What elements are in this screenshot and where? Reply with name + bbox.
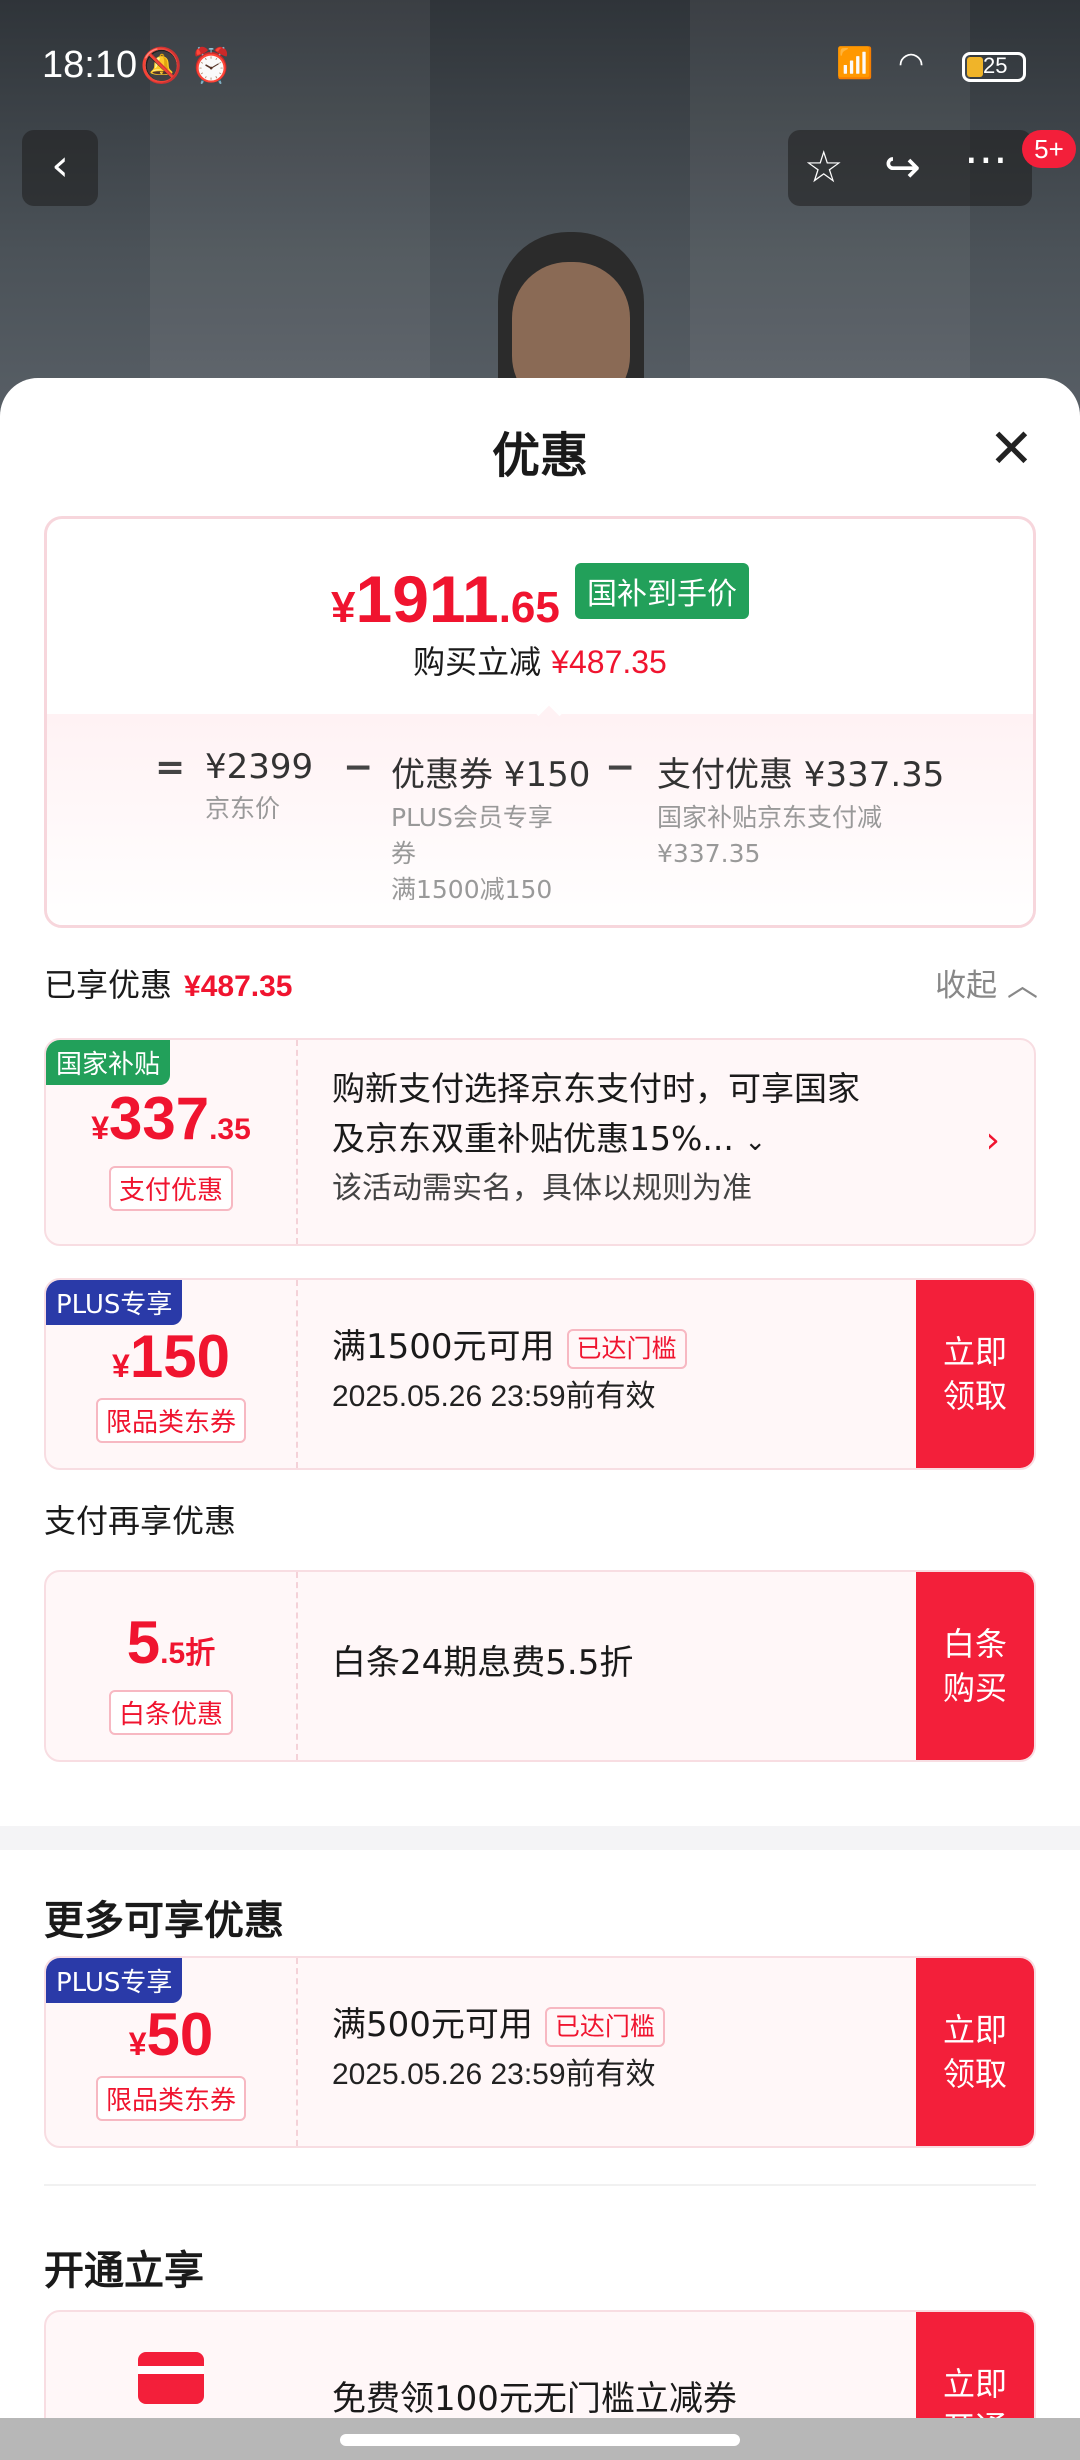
baitiao-pill: 白条优惠 — [108, 1690, 233, 1735]
price-summary: ¥1911.65 国补到手价 购买立减 ¥487.35 = ¥2399 京东价 −… — [44, 516, 1036, 928]
coupon-desc: 满1500元可用 已达门槛 2025.05.26 23:59前有效 — [332, 1322, 687, 1422]
header-actions: ☆ ↪ ⋯ — [788, 130, 1032, 206]
open-desc: 免费领100元无门槛立减券 — [332, 2379, 737, 2418]
battery-icon: 25 — [962, 52, 1026, 82]
coupon-expiry: 2025.05.26 23:59前有效 — [332, 1380, 656, 1413]
more-discounts-heading: 更多可享优惠 — [44, 1898, 284, 1944]
star-icon[interactable]: ☆ — [804, 142, 843, 193]
minus-sign: − — [605, 747, 636, 788]
subsidy-desc: 购新支付选择京东支付时，可享国家 及京东双重补贴优惠15%... ⌄ 该活动需实… — [332, 1069, 860, 1206]
enjoyed-discount: 已享优惠 ¥487.35 — [44, 966, 293, 1004]
claim-button[interactable]: 立即领取 — [916, 1280, 1034, 1468]
close-icon[interactable]: ✕ — [989, 422, 1034, 476]
coupon-category-pill: 限品类东券 — [95, 2076, 246, 2121]
threshold-reached-badge: 已达门槛 — [566, 1328, 687, 1369]
equals-sign: = — [155, 747, 186, 788]
home-indicator[interactable] — [340, 2434, 740, 2446]
chevron-down-icon: ⌄ — [744, 1127, 767, 1157]
claim-button[interactable]: 立即领取 — [916, 1958, 1034, 2146]
signal-icon: 📶 — [836, 46, 874, 81]
baitiao-desc: 白条24期息费5.5折 — [332, 1643, 634, 1683]
sheet-title: 优惠 — [491, 428, 588, 484]
open-benefits-heading: 开通立享 — [44, 2248, 204, 2294]
coupon-category-pill: 限品类东券 — [95, 1398, 246, 1443]
pay-discount-col: 支付优惠 ¥337.35 国家补贴京东支付减 ¥337.35 — [657, 755, 945, 868]
open-membership-card: 免费领100元无门槛立减券 立即开通 — [44, 2310, 1036, 2418]
share-icon[interactable]: ↪ — [884, 142, 921, 193]
jd-price-col: ¥2399 京东价 — [205, 747, 314, 823]
subsidy-price-tag: 国补到手价 — [574, 563, 749, 619]
wifi-icon: ◠ — [898, 46, 925, 81]
coupon-col: 优惠券 ¥150 PLUS会员专享 券 满1500减150 — [391, 755, 591, 904]
subsidy-tag: 国家补贴 — [46, 1040, 171, 1085]
subsidy-card[interactable]: 国家补贴 ¥337.35 支付优惠 购新支付选择京东支付时，可享国家 及京东双重… — [44, 1038, 1036, 1246]
baitiao-discount: 5.5折 — [126, 1609, 216, 1676]
coupon-desc: 满500元可用 已达门槛 2025.05.26 23:59前有效 — [332, 2000, 665, 2100]
coupon-expiry: 2025.05.26 23:59前有效 — [332, 2058, 656, 2091]
subsidy-amount: ¥337.35 — [91, 1085, 251, 1152]
more-icon[interactable]: ⋯ — [964, 134, 1008, 185]
chevron-up-icon: ︿ — [1007, 968, 1038, 1004]
coupon-amount: ¥50 — [128, 2001, 214, 2068]
minus-sign: − — [343, 747, 374, 788]
final-price: ¥1911.65 — [331, 562, 560, 636]
plus-tag: PLUS专享 — [46, 1280, 183, 1325]
threshold-reached-badge: 已达门槛 — [544, 2006, 665, 2047]
status-time: 18:10 — [42, 44, 138, 86]
plus-tag: PLUS专享 — [46, 1958, 183, 2003]
status-bar: 18:10 🔕 ⏰ 📶 ◠ 25 — [0, 0, 1080, 130]
plus-coupon-150: PLUS专享 ¥150 限品类东券 满1500元可用 已达门槛 2025.05.2… — [44, 1278, 1036, 1470]
back-button[interactable]: ‹ — [22, 130, 98, 206]
bell-muted-icon: 🔕 — [140, 46, 183, 86]
collapse-button[interactable]: 收起 ︿ — [935, 960, 1038, 1005]
reduce-row: 购买立减 ¥487.35 — [413, 643, 667, 681]
battery-level: 25 — [983, 53, 1008, 78]
pay-discount-pill: 支付优惠 — [108, 1166, 233, 1211]
alarm-icon: ⏰ — [190, 46, 233, 86]
chevron-right-icon[interactable]: › — [986, 1120, 1000, 1161]
plus-coupon-50: PLUS专享 ¥50 限品类东券 满500元可用 已达门槛 2025.05.26 … — [44, 1956, 1036, 2148]
baitiao-card: 5.5折 白条优惠 白条24期息费5.5折 白条购买 — [44, 1570, 1036, 1762]
credit-card-icon — [138, 2352, 204, 2404]
baitiao-buy-button[interactable]: 白条购买 — [916, 1572, 1034, 1760]
reduce-value: ¥487.35 — [551, 644, 667, 680]
message-badge[interactable]: 5+ — [1022, 130, 1076, 168]
discount-sheet: 优惠 ✕ ¥1911.65 国补到手价 购买立减 ¥487.35 = ¥2399 … — [0, 378, 1080, 2418]
pay-more-heading: 支付再享优惠 — [44, 1502, 237, 1540]
open-now-button[interactable]: 立即开通 — [916, 2312, 1034, 2418]
coupon-amount: ¥150 — [112, 1323, 230, 1390]
